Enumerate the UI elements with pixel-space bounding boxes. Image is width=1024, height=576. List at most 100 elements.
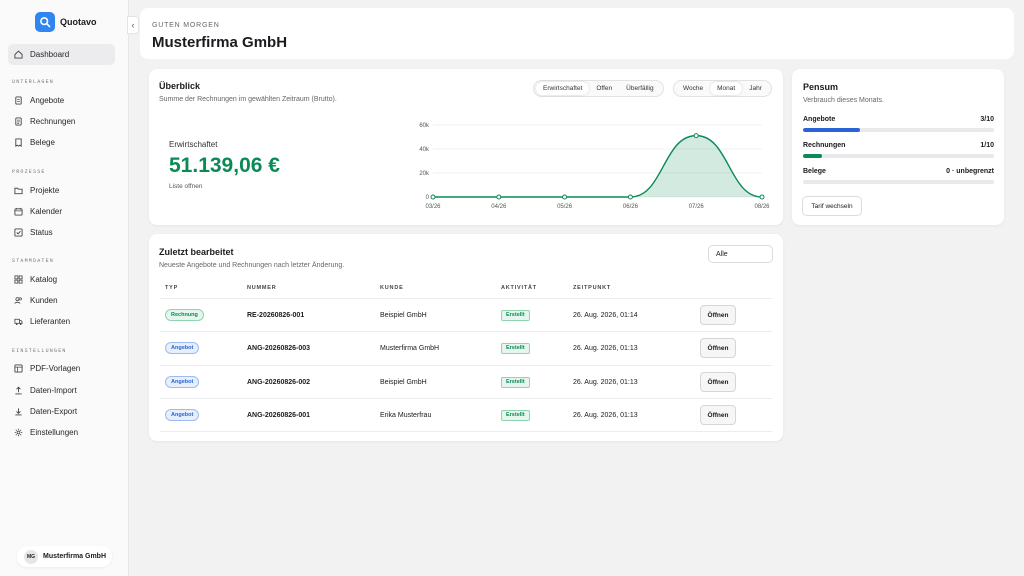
data-point (759, 194, 765, 200)
type-badge: Angebot (165, 376, 200, 388)
sidebar-item-kunden[interactable]: Kunden (8, 290, 115, 311)
open-button[interactable]: Öffnen (700, 305, 736, 325)
table-row: Angebot ANG-20260826-002 Beispiel GmbH E… (160, 365, 772, 399)
open-button[interactable]: Öffnen (700, 405, 736, 425)
truck-icon (14, 317, 23, 326)
pensum-subtitle: Verbrauch dieses Monats. (803, 97, 884, 104)
recent-subtitle: Neueste Angebote und Rechnungen nach let… (159, 262, 345, 269)
y-tick-label: 20k (419, 171, 430, 177)
sidebar-item-katalog[interactable]: Katalog (8, 269, 115, 290)
sidebar-item-projekte[interactable]: Projekte (8, 180, 115, 201)
kpi-list-link[interactable]: Liste offnen (169, 183, 203, 190)
open-button[interactable]: Öffnen (700, 338, 736, 358)
type-filter-select[interactable]: Alle (708, 245, 773, 263)
app-name: Quotavo (60, 17, 97, 27)
data-point (627, 194, 633, 200)
usage-value: 1/10 (980, 142, 994, 149)
usage-fill (803, 128, 861, 132)
sidebar-item-lieferanten[interactable]: Lieferanten (8, 311, 115, 332)
filter-ueberfaellig[interactable]: Überfällig (619, 82, 660, 95)
type-badge: Rechnung (165, 309, 204, 321)
checkbox-icon (14, 228, 23, 237)
column-header-kunde: KUNDE (380, 285, 404, 291)
y-tick-label: 0 (426, 195, 430, 201)
recent-title: Zuletzt bearbeitet (159, 247, 234, 257)
receipt-icon (14, 138, 23, 147)
usage-track (803, 180, 994, 184)
sidebar-item-angebote[interactable]: Angebote (8, 90, 115, 111)
sidebar-item-label: Status (30, 228, 53, 237)
section-title-stammdaten: STAMMDATEN (12, 258, 55, 264)
usage-track (803, 154, 994, 158)
folder-icon (14, 186, 23, 195)
revenue-chart: 0 20k 40k 60k 03/26 04/26 05/26 06/26 07/26 08/26 (419, 123, 770, 210)
download-icon (14, 407, 23, 416)
area-fill (433, 135, 762, 197)
upload-icon (14, 386, 23, 395)
customer-name: Musterfirma GmbH (380, 345, 440, 352)
x-tick-label: 03/26 (425, 204, 441, 210)
table-row: Angebot ANG-20260826-001 Erika Musterfra… (160, 398, 772, 432)
section-title-einstellungen: EINSTELLUNGEN (12, 348, 67, 354)
column-header-nummer: NUMMER (247, 285, 277, 291)
sidebar-item-status[interactable]: Status (8, 222, 115, 243)
kpi-value: 51.139,06 € (169, 154, 280, 177)
home-icon (14, 50, 23, 59)
period-jahr[interactable]: Jahr (742, 82, 769, 95)
sidebar-item-label: PDF-Vorlagen (30, 364, 81, 373)
sidebar-item-label: Einstellungen (30, 428, 79, 437)
sidebar-item-label: Belege (30, 138, 55, 147)
activity-badge: Erstellt (501, 377, 530, 388)
period-woche[interactable]: Woche (676, 82, 710, 95)
sidebar-item-kalender[interactable]: Kalender (8, 201, 115, 222)
period-monat[interactable]: Monat (710, 82, 743, 95)
logo-icon (35, 12, 55, 32)
column-header-aktivitaet: AKTIVITÄT (501, 285, 537, 291)
sidebar-item-pdf-vorlagen[interactable]: PDF-Vorlagen (8, 358, 115, 379)
sidebar-item-daten-export[interactable]: Daten-Export (8, 401, 115, 422)
layout-icon (14, 364, 23, 373)
sidebar-item-label: Kalender (30, 207, 63, 216)
activity-badge: Erstellt (501, 343, 530, 354)
document-number: ANG-20260826-001 (247, 412, 311, 419)
filter-erwirtschaftet[interactable]: Erwirtschaftet (536, 82, 590, 95)
x-tick-label: 06/26 (623, 204, 639, 210)
column-header-typ: TYP (165, 285, 179, 291)
greeting: GUTEN MORGEN (152, 22, 220, 29)
column-header-zeitpunkt: ZEITPUNKT (573, 285, 612, 291)
avatar: MG (24, 549, 38, 564)
table-row: Angebot ANG-20260826-003 Musterfirma Gmb… (160, 331, 772, 365)
x-tick-label: 05/26 (557, 204, 573, 210)
timestamp: 26. Aug. 2026, 01:13 (573, 412, 638, 419)
sidebar-item-label: Lieferanten (30, 317, 71, 326)
sidebar-item-label: Rechnungen (30, 117, 76, 126)
sidebar-item-dashboard[interactable]: Dashboard (8, 44, 115, 65)
brand[interactable]: Quotavo (35, 12, 97, 32)
sidebar-item-einstellungen[interactable]: Einstellungen (8, 422, 115, 443)
page-title: Musterfirma GmbH (152, 34, 288, 51)
timestamp: 26. Aug. 2026, 01:13 (573, 345, 638, 352)
y-tick-label: 60k (419, 123, 430, 129)
change-plan-button[interactable]: Tarif wechseln (802, 196, 862, 216)
table-row: Rechnung RE-20260826-001 Beispiel GmbH E… (160, 298, 772, 332)
user-profile[interactable]: MG Musterfirma GmbH (17, 546, 112, 567)
sidebar-item-rechnungen[interactable]: Rechnungen (8, 111, 115, 132)
sidebar-item-daten-import[interactable]: Daten-Import (8, 380, 115, 401)
sidebar-item-label: Angebote (30, 96, 65, 105)
sidebar-item-label: Kunden (30, 296, 58, 305)
filter-offen[interactable]: Offen (589, 82, 619, 95)
users-icon (14, 296, 23, 305)
sidebar-item-label: Katalog (30, 275, 58, 284)
sidebar-item-label: Dashboard (30, 50, 70, 59)
invoice-icon (14, 117, 23, 126)
usage-value: 0 · unbegrenzt (946, 168, 994, 175)
x-tick-label: 07/26 (689, 204, 705, 210)
collapse-sidebar-button[interactable]: ‹ (127, 16, 139, 34)
sidebar-item-belege[interactable]: Belege (8, 132, 115, 153)
open-button[interactable]: Öffnen (700, 372, 736, 392)
usage-track (803, 128, 994, 132)
type-badge: Angebot (165, 342, 200, 354)
select-value: Alle (716, 250, 728, 258)
usage-fill (803, 154, 823, 158)
activity-badge: Erstellt (501, 310, 530, 321)
